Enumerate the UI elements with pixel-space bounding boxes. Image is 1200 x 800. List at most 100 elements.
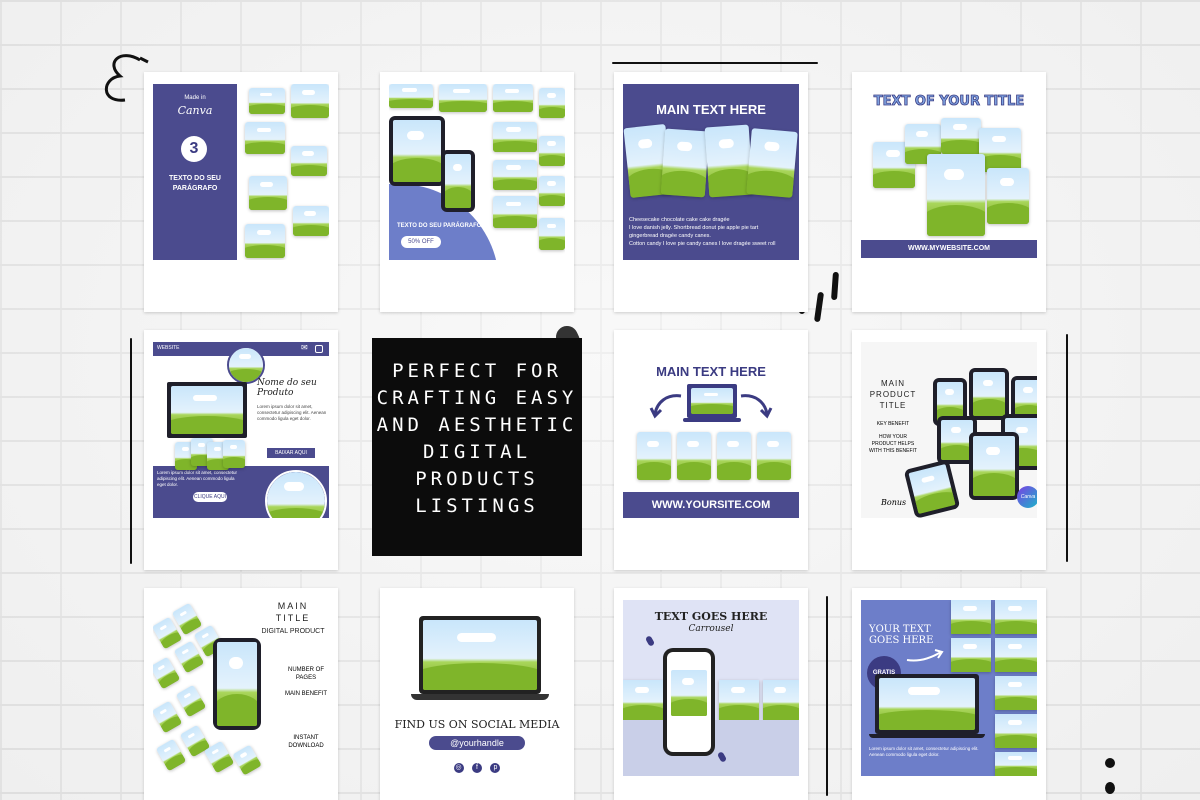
template-card-8[interactable]: MAIN TITLE DIGITAL PRODUCT NUMBER OF PAG… [144, 588, 338, 800]
image-placeholder [995, 638, 1037, 672]
main-title: MAIN TEXT HERE [656, 102, 766, 117]
facebook-icon[interactable]: f [472, 763, 482, 773]
canva-badge: Canva [1017, 486, 1037, 508]
image-placeholder [389, 84, 433, 108]
instagram-icon[interactable]: ◎ [453, 763, 464, 773]
image-placeholder [539, 136, 565, 166]
image-placeholder [717, 432, 751, 480]
laptop-mockup [419, 616, 541, 694]
number-badge: 3 [181, 136, 207, 162]
image-placeholder [291, 84, 329, 118]
bullet-list: Cheesecake chocolate cake cake dragée I … [629, 216, 795, 248]
body-text: Lorem ipsum dolor sit amet, consectetur … [869, 746, 979, 757]
image-placeholder [951, 600, 991, 634]
bonus-label: Bonus [881, 498, 907, 507]
sketch-line [1066, 334, 1068, 562]
image-placeholder [493, 196, 537, 228]
image-placeholder [979, 128, 1021, 172]
tablet-mockup [389, 116, 445, 186]
image-placeholder [995, 676, 1037, 710]
image-placeholder [232, 744, 262, 776]
image-placeholder [245, 122, 285, 154]
nav-label: WEBSITE [157, 345, 180, 351]
image-placeholder [153, 656, 181, 690]
image-placeholder [677, 432, 711, 480]
laptop-mockup [875, 674, 979, 734]
social-heading: FIND US ON SOCIAL MEDIA [394, 718, 560, 731]
template-card-7[interactable]: MAIN PRODUCT TITLE KEY BENEFIT HOW YOUR … [852, 330, 1046, 570]
caption-text: TEXTO DO SEU PARÁGRAFO [169, 175, 221, 192]
image-placeholder [995, 714, 1037, 748]
main-title: MAIN TEXT HERE [656, 364, 766, 379]
image-placeholder [995, 752, 1037, 776]
bottom-text: Lorem ipsum dolor sit amet, consectetur … [157, 470, 238, 487]
headline-board: PERFECT FOR CRAFTING EASY AND AESTHETIC … [372, 338, 582, 556]
image-placeholder [493, 84, 533, 112]
template-card-6[interactable]: MAIN TEXT HERE WWW.YOURSITE.COM [614, 330, 808, 570]
bullet-item: gingerbread dragée candy canes. [629, 233, 711, 239]
template-card-1[interactable]: Made in Canva 3 TEXTO DO SEU PARÁGRAFO [144, 72, 338, 312]
image-placeholder [439, 84, 487, 112]
website-banner: WWW.MYWEBSITE.COM [861, 240, 1037, 258]
laptop-base [411, 694, 549, 700]
accent-dash [644, 635, 656, 647]
template-card-3[interactable]: MAIN TEXT HERE Cheesecake chocolate cake… [614, 72, 808, 312]
bullet-item: Cheesecake chocolate cake cake dragée [629, 217, 730, 223]
template-card-9[interactable]: FIND US ON SOCIAL MEDIA @yourhandle ◎ f … [380, 588, 574, 800]
bonus-tablet-mockup [903, 459, 961, 518]
caption-text: TEXTO DO SEU PARÁGRAFO [397, 223, 482, 229]
image-placeholder [927, 154, 985, 236]
laptop-base [683, 418, 741, 422]
image-placeholder [987, 168, 1029, 224]
image-placeholder [757, 432, 791, 480]
click-here-button[interactable]: CLIQUE AQUI [193, 492, 227, 502]
pinterest-icon[interactable]: p [490, 763, 501, 773]
image-placeholder [249, 88, 285, 114]
website-banner: WWW.YOURSITE.COM [623, 492, 799, 518]
handle-pill[interactable]: @yourhandle [429, 736, 525, 750]
curved-title: TEXT OF YOUR TITLE [873, 94, 1025, 110]
pages-label: NUMBER OF PAGES [288, 667, 324, 681]
made-in-label: Made in [184, 95, 206, 101]
tablet-mockup [969, 368, 1009, 420]
benefit-label: MAIN BENEFIT [284, 691, 327, 697]
sketch-line [612, 62, 818, 64]
download-button[interactable]: BAIXAR AQUI [267, 448, 315, 458]
image-placeholder [155, 738, 187, 772]
image-placeholder [223, 440, 245, 468]
image-placeholder [746, 128, 798, 198]
tablet-mockup [213, 638, 261, 730]
main-title: MAIN TITLE [275, 601, 311, 623]
social-icons: ◎ f p [389, 756, 565, 774]
benefit-text: HOW YOUR PRODUCT HELPS WITH THIS BENEFIT [869, 434, 917, 454]
offer-pill: 50% OFF [401, 236, 441, 248]
image-placeholder [660, 128, 710, 198]
curved-arrow-right-icon [740, 394, 773, 419]
key-benefit: KEY BENEFIT [876, 421, 910, 427]
image-placeholder [539, 218, 565, 250]
headline-text: PERFECT FOR CRAFTING EASY AND AESTHETIC … [376, 360, 578, 517]
image-placeholder [539, 176, 565, 206]
body-text: Lorem ipsum dolor sit amet, consectetur … [257, 404, 327, 421]
image-placeholder [719, 680, 759, 720]
phone-mockup [441, 150, 475, 212]
template-card-5[interactable]: WEBSITE ✉ Nome do seu Produto Lorem ipsu… [144, 330, 338, 570]
template-card-4[interactable]: TEXT OF YOUR TITLE WWW.MYWEBSITE.COM [852, 72, 1046, 312]
laptop-mockup [167, 382, 247, 438]
laptop-mockup [687, 384, 737, 418]
download-label: INSTANT DOWNLOAD [288, 735, 324, 749]
template-card-2[interactable]: TEXTO DO SEU PARÁGRAFO 50% OFF [380, 72, 574, 312]
bullet-item: I love danish jelly. Shortbread donut pi… [629, 225, 759, 231]
dot-doodle [1105, 758, 1115, 768]
tablet-mockup [969, 432, 1019, 500]
main-title: TEXT GOES HERE [654, 610, 768, 623]
template-card-11[interactable]: YOUR TEXT GOES HERE GRATIS Lorem ipsum d… [852, 588, 1046, 800]
image-placeholder [175, 684, 207, 718]
image-placeholder [763, 680, 799, 720]
image-placeholder [293, 206, 329, 236]
image-placeholder [153, 700, 183, 734]
image-placeholder [995, 600, 1037, 634]
swirl-doodle-icon [104, 54, 149, 102]
canva-logo-text: Canva [177, 104, 213, 117]
template-card-10[interactable]: TEXT GOES HERE Carrousel [614, 588, 808, 800]
